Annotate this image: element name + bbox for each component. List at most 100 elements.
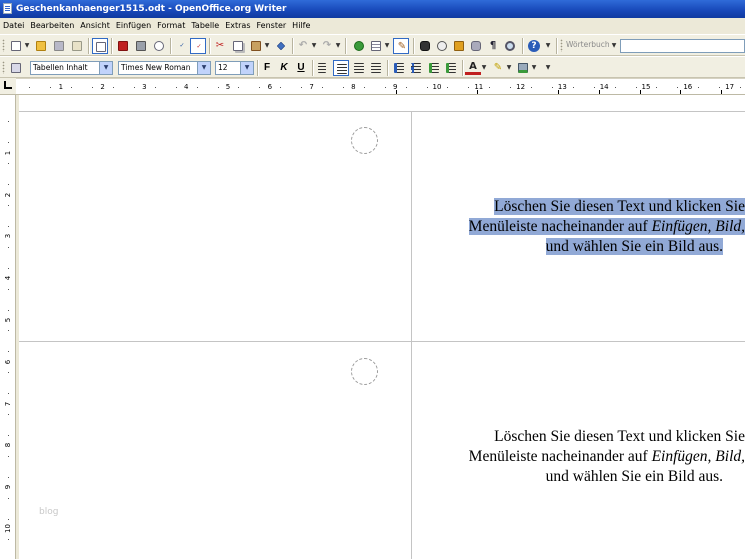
binoculars-icon bbox=[420, 41, 430, 51]
hyperlink-button[interactable] bbox=[351, 38, 367, 54]
tab-type-selector[interactable] bbox=[0, 78, 16, 95]
dictionary-input[interactable] bbox=[620, 39, 745, 53]
spellcheck-icon: ✓ bbox=[179, 42, 185, 49]
undo-dropdown-arrow[interactable]: ▼ bbox=[311, 38, 317, 54]
dictionary-grip[interactable] bbox=[560, 39, 563, 52]
justify-button[interactable] bbox=[368, 60, 384, 76]
chevron-down-icon[interactable]: ▼ bbox=[99, 62, 112, 74]
data-sources-button[interactable] bbox=[468, 38, 484, 54]
dictionary-dropdown-arrow[interactable]: ▼ bbox=[611, 38, 617, 54]
export-pdf-button[interactable] bbox=[115, 38, 131, 54]
italic-button[interactable]: K bbox=[276, 60, 292, 76]
menu-datei[interactable]: Datei bbox=[0, 18, 27, 34]
formatting-toolbar: Tabellen Inhalt ▼ Times New Roman ▼ 12 ▼… bbox=[0, 56, 745, 78]
print-button[interactable] bbox=[133, 38, 149, 54]
toolbar-overflow-arrow[interactable]: ▼ bbox=[545, 38, 551, 54]
ruler-tick-label: 3 bbox=[4, 234, 12, 239]
highlighting-button[interactable]: ✎ bbox=[490, 60, 506, 76]
chevron-down-icon[interactable]: ▼ bbox=[197, 62, 210, 74]
redo-dropdown-arrow[interactable]: ▼ bbox=[335, 38, 341, 54]
chevron-down-icon[interactable]: ▼ bbox=[240, 62, 253, 74]
table-button[interactable] bbox=[368, 38, 384, 54]
copy-button[interactable] bbox=[230, 38, 246, 54]
draw-functions-button[interactable]: ✎ bbox=[393, 38, 409, 54]
menu-bar: Datei Bearbeiten Ansicht Einfügen Format… bbox=[0, 18, 745, 34]
bold-label: F bbox=[263, 62, 271, 73]
clone-formatting-button[interactable] bbox=[273, 38, 289, 54]
background-color-dropdown-arrow[interactable]: ▼ bbox=[531, 60, 537, 76]
font-color-button[interactable]: A bbox=[465, 60, 481, 76]
menu-hilfe[interactable]: Hilfe bbox=[289, 18, 313, 34]
edit-mode-button[interactable] bbox=[92, 38, 108, 54]
auto-spellcheck-button[interactable]: ✓ bbox=[190, 38, 206, 54]
background-color-button[interactable] bbox=[515, 60, 531, 76]
send-mail-button[interactable] bbox=[69, 38, 85, 54]
open-button[interactable] bbox=[33, 38, 49, 54]
toolbar-grip[interactable] bbox=[2, 61, 5, 74]
ruler-tick-mark bbox=[8, 205, 9, 207]
numbering-button[interactable] bbox=[391, 60, 407, 76]
document-area[interactable]: Löschen Sie diesen Text und klicken Sie … bbox=[16, 95, 745, 559]
bullets-button[interactable] bbox=[408, 60, 424, 76]
vertical-ruler[interactable]: 1 2 3 4 5 6 7 8 9 10 bbox=[0, 95, 16, 559]
zoom-button[interactable] bbox=[502, 38, 518, 54]
toolbar-separator bbox=[462, 60, 464, 76]
ruler-tick-label: 5 bbox=[225, 83, 231, 91]
font-size-select[interactable]: 12 ▼ bbox=[215, 61, 254, 75]
navigator-button[interactable] bbox=[417, 38, 433, 54]
card-bottom-line2-emphasis: Einfügen, Bild, bbox=[651, 448, 745, 465]
paste-button[interactable] bbox=[248, 38, 264, 54]
menu-bearbeiten[interactable]: Bearbeiten bbox=[27, 18, 77, 34]
magnifier-page-icon bbox=[154, 41, 164, 51]
left-tab-icon bbox=[4, 81, 12, 89]
formatting-marks-button[interactable]: ¶ bbox=[485, 38, 501, 54]
ruler-tick-label: 1 bbox=[58, 83, 64, 91]
menu-fenster[interactable]: Fenster bbox=[254, 18, 290, 34]
paste-dropdown-arrow[interactable]: ▼ bbox=[264, 38, 270, 54]
toolbar-grip[interactable] bbox=[2, 39, 5, 52]
menu-ansicht[interactable]: Ansicht bbox=[77, 18, 113, 34]
toolbar-separator bbox=[413, 38, 415, 54]
standard-toolbar: ▼ ✓ ✓ ✂ ▼ ↶ ▼ ↷ ▼ ▼ ✎ ¶ ? ▼ Wörterbuch ▼ bbox=[0, 34, 745, 56]
ruler-tick-label: 10 bbox=[432, 83, 442, 91]
underline-button[interactable]: U bbox=[293, 60, 309, 76]
table-dropdown-arrow[interactable]: ▼ bbox=[384, 38, 390, 54]
cut-button[interactable]: ✂ bbox=[212, 38, 228, 54]
font-color-dropdown-arrow[interactable]: ▼ bbox=[481, 60, 487, 76]
font-name-select[interactable]: Times New Roman ▼ bbox=[118, 61, 211, 75]
highlighting-dropdown-arrow[interactable]: ▼ bbox=[506, 60, 512, 76]
ruler-tick-mark bbox=[531, 87, 533, 88]
save-button[interactable] bbox=[51, 38, 67, 54]
toolbar-overflow-arrow[interactable]: ▼ bbox=[545, 60, 551, 76]
align-left-button[interactable] bbox=[315, 60, 331, 76]
horizontal-ruler[interactable]: 1 2 3 4 5 6 7 8 9 10 11 12 13 14 15 16 17 bbox=[16, 78, 745, 95]
menu-format[interactable]: Format bbox=[154, 18, 188, 34]
new-document-button[interactable] bbox=[8, 38, 24, 54]
undo-button[interactable]: ↶ bbox=[295, 38, 311, 54]
decrease-indent-button[interactable] bbox=[426, 60, 442, 76]
gallery-button[interactable] bbox=[451, 38, 467, 54]
ruler-tick-mark bbox=[468, 87, 470, 88]
increase-indent-button[interactable] bbox=[443, 60, 459, 76]
menu-einfuegen[interactable]: Einfügen bbox=[113, 18, 154, 34]
new-document-icon bbox=[11, 41, 21, 51]
table-icon bbox=[371, 41, 381, 51]
align-right-button[interactable] bbox=[351, 60, 367, 76]
menu-tabelle[interactable]: Tabelle bbox=[188, 18, 222, 34]
bold-button[interactable]: F bbox=[259, 60, 275, 76]
menu-extras[interactable]: Extras bbox=[222, 18, 253, 34]
help-button[interactable]: ? bbox=[526, 38, 542, 54]
align-center-button[interactable] bbox=[333, 60, 349, 76]
ruler-tick-mark bbox=[8, 267, 9, 269]
spellcheck-button[interactable]: ✓ bbox=[174, 38, 190, 54]
paragraph-style-select[interactable]: Tabellen Inhalt ▼ bbox=[30, 61, 113, 75]
document-page[interactable]: Löschen Sie diesen Text und klicken Sie … bbox=[19, 95, 745, 559]
find-replace-button[interactable] bbox=[434, 38, 450, 54]
styles-formatting-button[interactable] bbox=[8, 60, 24, 76]
new-dropdown-arrow[interactable]: ▼ bbox=[24, 38, 30, 54]
card-text-top[interactable]: Löschen Sie diesen Text und klicken Sie … bbox=[415, 197, 745, 257]
card-text-bottom[interactable]: Löschen Sie diesen Text und klicken Sie … bbox=[415, 427, 745, 487]
page-preview-button[interactable] bbox=[151, 38, 167, 54]
mail-icon bbox=[72, 41, 82, 51]
redo-button[interactable]: ↷ bbox=[319, 38, 335, 54]
